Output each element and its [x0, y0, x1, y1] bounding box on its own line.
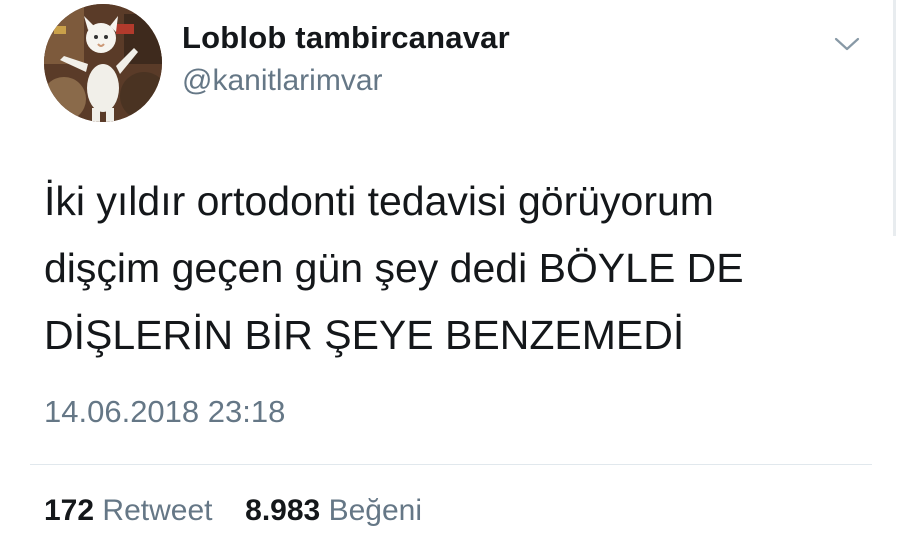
avatar[interactable] — [44, 4, 162, 122]
tweet-timestamp[interactable]: 14.06.2018 23:18 — [44, 394, 285, 430]
like-label: Beğeni — [328, 494, 422, 527]
chevron-down-icon — [834, 37, 860, 51]
tweet-text: İki yıldır ortodonti tedavisi görüyorum … — [44, 168, 874, 369]
like-stat[interactable]: 8.983 Beğeni — [245, 494, 422, 527]
tweet-text-line: İki yıldır ortodonti tedavisi görüyorum — [44, 178, 714, 224]
display-name[interactable]: Loblob tambircanavar — [182, 20, 510, 56]
user-handle[interactable]: @kanitlarimvar — [182, 64, 383, 98]
scrollbar[interactable] — [893, 0, 896, 236]
retweet-label: Retweet — [102, 494, 213, 527]
tweet-menu-button[interactable] — [832, 32, 862, 56]
like-count: 8.983 — [245, 494, 321, 527]
tweet-text-line: dişçim geçen gün şey dedi BÖYLE DE — [44, 245, 744, 291]
tweet-stats: 172 Retweet 8.983 Beğeni — [44, 494, 422, 528]
tweet-text-line: DİŞLERİN BİR ŞEYE BENZEMEDİ — [44, 312, 685, 358]
divider — [30, 464, 872, 465]
retweet-stat[interactable]: 172 Retweet — [44, 494, 221, 527]
retweet-count: 172 — [44, 494, 95, 527]
avatar-persian-cat-icon — [44, 4, 162, 122]
tweet-card: Loblob tambircanavar @kanitlarimvar İki … — [0, 0, 900, 540]
